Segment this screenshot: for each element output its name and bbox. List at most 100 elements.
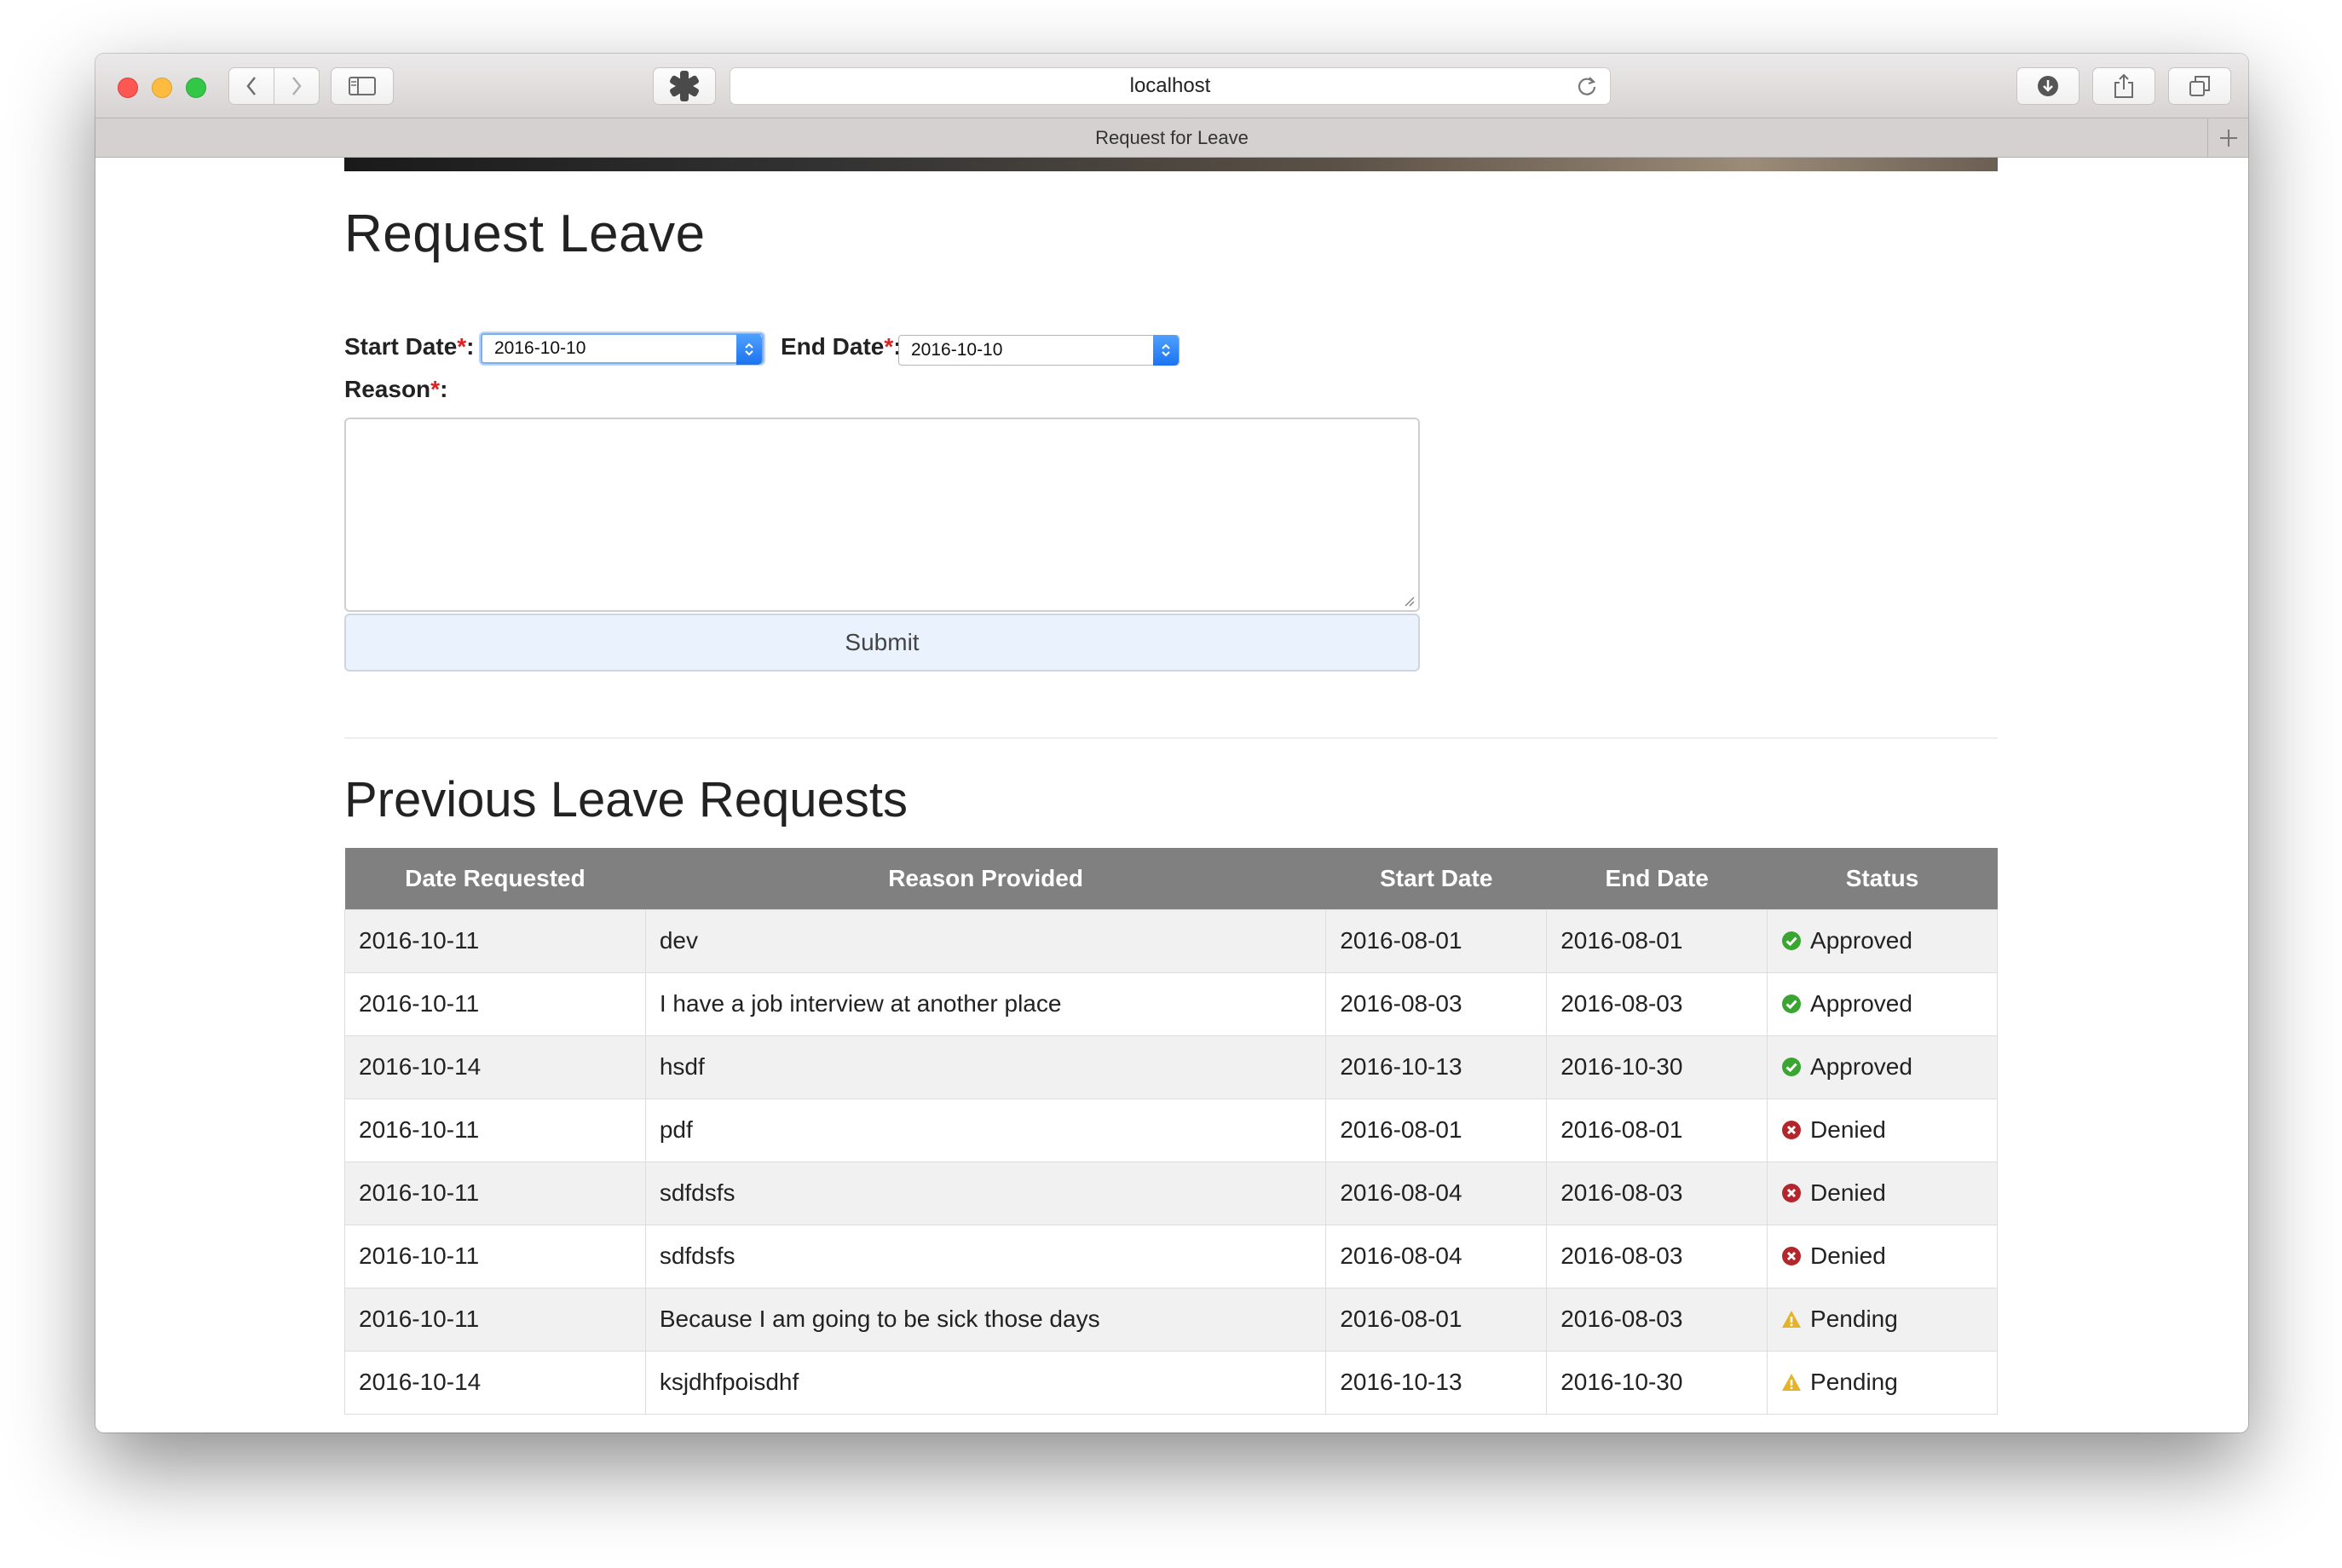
table-row: 2016-10-11 dev 2016-08-01 2016-08-01 Approve… (344, 908, 1998, 973)
x-circle-icon (1782, 1184, 1802, 1202)
reload-button[interactable] (1576, 75, 1598, 103)
end-date-cell: 2016-08-01 (1546, 1098, 1768, 1162)
start-date-cell: 2016-08-01 (1325, 1098, 1548, 1162)
status-text: Denied (1810, 1242, 1886, 1269)
tab-title[interactable]: Request for Leave (1095, 127, 1249, 149)
end-date-cell: 2016-08-03 (1546, 1224, 1768, 1288)
start-date-value: 2016-10-10 (494, 338, 586, 358)
close-window-button[interactable] (118, 78, 138, 98)
status-cell: Denied (1767, 1161, 1998, 1225)
sidebar-icon (349, 77, 376, 95)
address-bar[interactable]: localhost (730, 67, 1611, 105)
table-row: 2016-10-11 Because I am going to be sick … (344, 1287, 1998, 1352)
address-text: localhost (1129, 74, 1211, 97)
label-colon: : (466, 333, 475, 360)
column-header: Date Requested (344, 848, 646, 909)
plus-icon (2219, 129, 2237, 147)
status-cell: Approved (1767, 971, 1998, 1036)
status-badge: Approved (1781, 990, 1997, 1017)
page-content: Request Leave Start Date *: 2016-10-10 En… (95, 158, 2248, 1433)
reason-textarea[interactable] (344, 418, 1420, 612)
column-header: Status (1767, 848, 1998, 909)
zoom-window-button[interactable] (186, 78, 206, 98)
end-date-stepper[interactable] (1153, 335, 1179, 366)
share-icon (2114, 73, 2133, 98)
status-cell: Approved (1767, 908, 1998, 973)
label-colon: : (440, 376, 448, 402)
status-badge: Denied (1781, 1179, 1997, 1207)
table-row: 2016-10-11 pdf 2016-08-01 2016-08-01 Denied (344, 1098, 1998, 1162)
stepper-arrows-icon (1162, 343, 1170, 357)
back-button[interactable] (228, 67, 274, 105)
date-requested-cell: 2016-10-11 (344, 971, 646, 1036)
date-requested-cell: 2016-10-11 (344, 908, 646, 973)
reason-cell: sdfdsfs (644, 1161, 1327, 1225)
stepper-arrows-icon (745, 343, 753, 356)
end-date-cell: 2016-08-03 (1546, 971, 1768, 1036)
status-cell: Approved (1767, 1035, 1998, 1099)
status-text: Pending (1810, 1369, 1898, 1395)
header-banner-image (344, 158, 1998, 171)
reason-cell: ksjdhfpoisdhf (644, 1350, 1327, 1415)
status-cell: Pending (1767, 1287, 1998, 1352)
end-date-cell: 2016-08-01 (1546, 908, 1768, 973)
tabs-overview-button[interactable] (2168, 67, 2231, 105)
date-requested-cell: 2016-10-14 (344, 1350, 646, 1415)
submit-button[interactable]: Submit (344, 614, 1420, 672)
start-date-stepper[interactable] (736, 334, 762, 365)
status-badge: Pending (1781, 1369, 1997, 1396)
downloads-button[interactable] (2016, 67, 2080, 105)
resize-handle-icon[interactable] (1403, 595, 1415, 607)
start-date-cell: 2016-08-04 (1325, 1161, 1548, 1225)
status-cell: Denied (1767, 1224, 1998, 1288)
table-row: 2016-10-11 I have a job interview at anot… (344, 971, 1998, 1036)
chevron-right-icon (292, 77, 302, 95)
share-button[interactable] (2092, 67, 2155, 105)
start-date-cell: 2016-10-13 (1325, 1350, 1548, 1415)
date-requested-cell: 2016-10-14 (344, 1035, 646, 1099)
table-body: 2016-10-11 dev 2016-08-01 2016-08-01 Approve… (344, 908, 1998, 1415)
browser-window: localhost Request for Leave Request Leav… (95, 54, 2248, 1433)
end-date-cell: 2016-10-30 (1546, 1035, 1768, 1099)
end-date-label-text: End Date (781, 333, 885, 360)
status-text: Pending (1810, 1306, 1898, 1332)
forward-button[interactable] (274, 67, 320, 105)
start-date-cell: 2016-08-01 (1325, 908, 1548, 973)
extension-button[interactable] (653, 67, 716, 105)
required-asterisk: * (884, 333, 894, 360)
check-circle-icon (1782, 931, 1802, 950)
browser-toolbar: localhost (95, 54, 2248, 118)
status-cell: Denied (1767, 1098, 1998, 1162)
start-date-cell: 2016-08-03 (1325, 971, 1548, 1036)
x-circle-icon (1782, 1247, 1802, 1265)
page-title: Request Leave (344, 205, 706, 263)
section-divider (344, 737, 1998, 739)
table-row: 2016-10-11 sdfdsfs 2016-08-04 2016-08-03 Den… (344, 1224, 1998, 1288)
end-date-label: End Date*: (781, 333, 902, 360)
column-header: Start Date (1325, 848, 1547, 909)
table-row: 2016-10-14 ksjdhfpoisdhf 2016-10-13 2016-10… (344, 1350, 1998, 1415)
leave-requests-table: Date Requested Reason Provided Start Dat… (344, 848, 1998, 1415)
new-tab-button[interactable] (2207, 118, 2248, 157)
end-date-input[interactable]: 2016-10-10 (898, 335, 1180, 366)
chevron-left-icon (246, 77, 256, 95)
tabs-icon (2189, 76, 2210, 96)
start-date-cell: 2016-10-13 (1325, 1035, 1548, 1099)
status-text: Approved (1810, 927, 1912, 954)
date-requested-cell: 2016-10-11 (344, 1224, 646, 1288)
column-header: End Date (1546, 848, 1768, 909)
date-requested-cell: 2016-10-11 (344, 1287, 646, 1352)
start-date-input[interactable]: 2016-10-10 (481, 333, 764, 365)
puzzle-asterisk-icon (670, 71, 699, 101)
minimize-window-button[interactable] (152, 78, 172, 98)
warning-icon (1782, 1374, 1802, 1391)
sidebar-toggle-button[interactable] (331, 67, 394, 105)
start-date-cell: 2016-08-04 (1325, 1224, 1548, 1288)
status-text: Denied (1810, 1116, 1886, 1143)
end-date-value: 2016-10-10 (911, 340, 1003, 360)
status-badge: Approved (1781, 927, 1997, 954)
status-cell: Pending (1767, 1350, 1998, 1415)
reason-cell: hsdf (644, 1035, 1327, 1099)
table-header-row: Date Requested Reason Provided Start Dat… (344, 848, 1998, 909)
x-circle-icon (1782, 1121, 1802, 1139)
